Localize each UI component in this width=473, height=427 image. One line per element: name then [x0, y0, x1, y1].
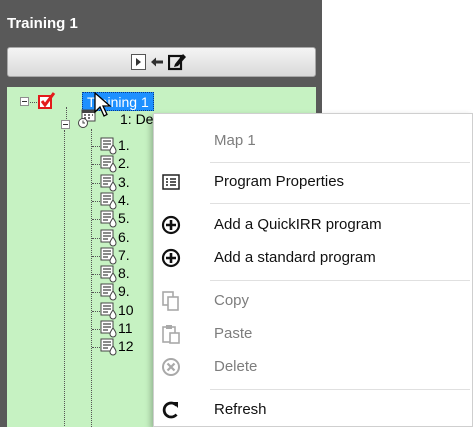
program-label: 1.: [118, 137, 130, 153]
menu-item-copy[interactable]: Copy: [154, 286, 472, 316]
copy-icon: [160, 290, 182, 312]
panel-toolbar[interactable]: [7, 47, 316, 77]
menu-item-add-standard-program[interactable]: Add a standard program: [154, 243, 472, 273]
program-icon: [100, 265, 117, 283]
program-label: 7.: [118, 246, 130, 263]
panel-title: Training 1: [7, 15, 78, 32]
menu-label-delete: Delete: [214, 358, 258, 375]
menu-title: Map 1: [154, 126, 472, 156]
list-icon: [160, 171, 182, 193]
program-label: 2.: [118, 155, 130, 172]
menu-label-refresh: Refresh: [214, 401, 267, 418]
root-collapse-toggle[interactable]: [20, 97, 29, 106]
menu-separator: [210, 203, 470, 204]
program-label: 6.: [118, 228, 130, 245]
menu-separator: [210, 389, 470, 390]
tree-connector: [92, 164, 100, 166]
program-label: 9.: [118, 283, 130, 300]
program-label: 5.: [118, 210, 130, 227]
mouse-cursor-icon: [94, 92, 112, 117]
program-label: 8.: [118, 265, 130, 282]
tree-connector: [92, 237, 100, 239]
program-label: 4.: [118, 191, 130, 208]
child-collapse-toggle[interactable]: [61, 120, 70, 129]
menu-label-paste: Paste: [214, 325, 253, 342]
menu-item-add-quickirr-program[interactable]: Add a QuickIRR program: [154, 210, 472, 240]
tree-connector: [92, 347, 100, 349]
tree-connector: [92, 200, 100, 202]
program-icon: [100, 302, 117, 320]
add-circle-icon: [160, 214, 182, 236]
program-label: 3.: [118, 173, 130, 190]
tree-connector: [92, 274, 100, 276]
menu-title-label: Map 1: [214, 132, 256, 149]
program-icon: [100, 174, 117, 192]
program-icon: [100, 210, 117, 228]
arrow-left-icon: [151, 57, 163, 67]
menu-label-copy: Copy: [214, 292, 250, 309]
menu-separator: [210, 162, 470, 163]
tree-connector: [64, 130, 65, 427]
tree-connector: [92, 146, 100, 147]
tree-connector: [92, 292, 100, 294]
program-icon: [100, 155, 117, 173]
menu-label-program-properties: Program Properties: [214, 173, 345, 190]
tree-connector: [92, 219, 100, 221]
menu-item-paste[interactable]: Paste: [154, 319, 472, 349]
tree-connector: [92, 182, 100, 184]
red-check-icon[interactable]: [38, 92, 56, 110]
program-icon: [100, 229, 117, 246]
menu-item-program-properties[interactable]: Program Properties: [154, 167, 472, 197]
program-icon: [100, 283, 117, 301]
menu-item-delete[interactable]: Delete: [154, 352, 472, 382]
tree-connector: [92, 255, 100, 257]
program-label: 12: [118, 338, 134, 355]
tree-connector: [92, 329, 100, 330]
edit-icon[interactable]: [168, 52, 187, 71]
menu-item-refresh[interactable]: Refresh: [154, 395, 472, 425]
tree-connector: [30, 102, 37, 103]
program-icon: [100, 338, 117, 356]
program-icon: [100, 247, 117, 265]
program-icon: [100, 137, 117, 155]
delete-circle-icon: [160, 356, 182, 378]
tree-connector: [92, 310, 100, 312]
program-icon: [100, 320, 117, 338]
context-menu[interactable]: Map 1 Program Properties Add a QuickIRR …: [153, 113, 473, 427]
menu-label-add-standard-program: Add a standard program: [214, 249, 376, 266]
program-icon: [100, 192, 117, 210]
menu-separator: [210, 280, 470, 281]
program-label: 10: [118, 301, 134, 318]
play-box-icon[interactable]: [131, 54, 146, 70]
menu-label-add-quickirr-program: Add a QuickIRR program: [214, 216, 382, 233]
paste-icon: [160, 323, 182, 345]
program-label: 11: [118, 320, 133, 336]
tree-connector: [91, 129, 92, 427]
refresh-icon: [160, 399, 182, 421]
add-circle-icon: [160, 247, 182, 269]
